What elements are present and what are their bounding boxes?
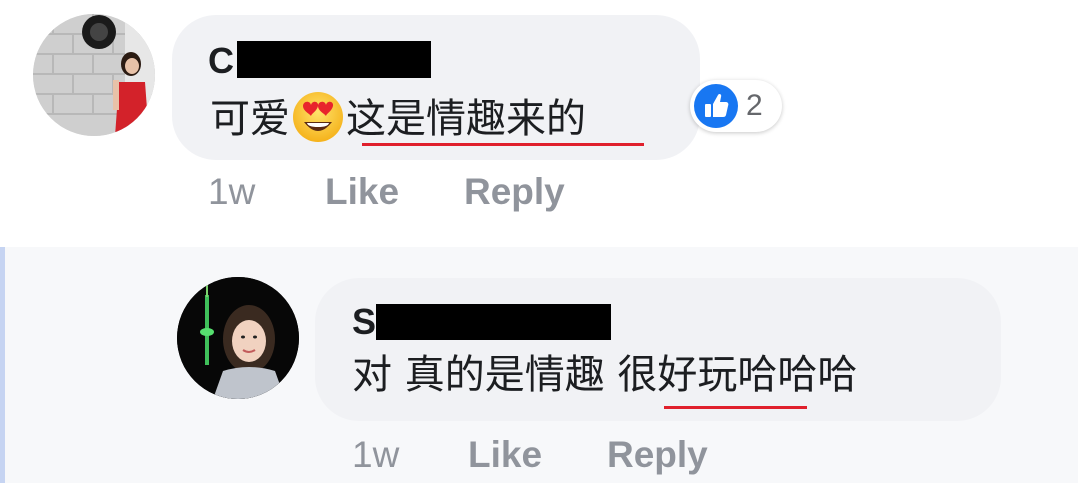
avatar[interactable] xyxy=(33,14,155,136)
reply-bubble xyxy=(315,278,1001,421)
redacted-name xyxy=(237,41,431,78)
reply-text: 对 真的是情趣 很好玩哈哈哈 xyxy=(352,352,858,398)
reaction-count: 2 xyxy=(746,89,763,122)
redacted-name xyxy=(376,304,611,340)
annotation-underline xyxy=(362,143,644,146)
reaction-count-badge[interactable]: 2 xyxy=(690,80,782,132)
annotation-underline xyxy=(664,406,807,409)
user-photo-icon xyxy=(33,14,155,136)
comment-author[interactable]: C xyxy=(208,41,234,81)
thumbs-up-icon xyxy=(705,93,729,117)
comment-text: 可爱 这是情趣来的 xyxy=(210,90,586,144)
avatar[interactable] xyxy=(177,277,299,399)
reply-indicator-bar xyxy=(0,247,5,483)
comment-text-part: 可爱 xyxy=(210,96,290,142)
user-photo-icon xyxy=(177,277,299,399)
heart-eyes-emoji-icon xyxy=(293,92,343,142)
comment-timestamp[interactable]: 1w xyxy=(208,170,255,214)
like-button[interactable]: Like xyxy=(325,170,399,214)
comment-text-part: 这是情趣来的 xyxy=(346,96,586,142)
like-reaction-icon xyxy=(694,84,738,128)
like-button[interactable]: Like xyxy=(468,433,542,477)
reply-button[interactable]: Reply xyxy=(464,170,565,214)
reply-button[interactable]: Reply xyxy=(607,433,708,477)
reply-timestamp[interactable]: 1w xyxy=(352,433,399,477)
reply-author[interactable]: S xyxy=(352,302,376,342)
